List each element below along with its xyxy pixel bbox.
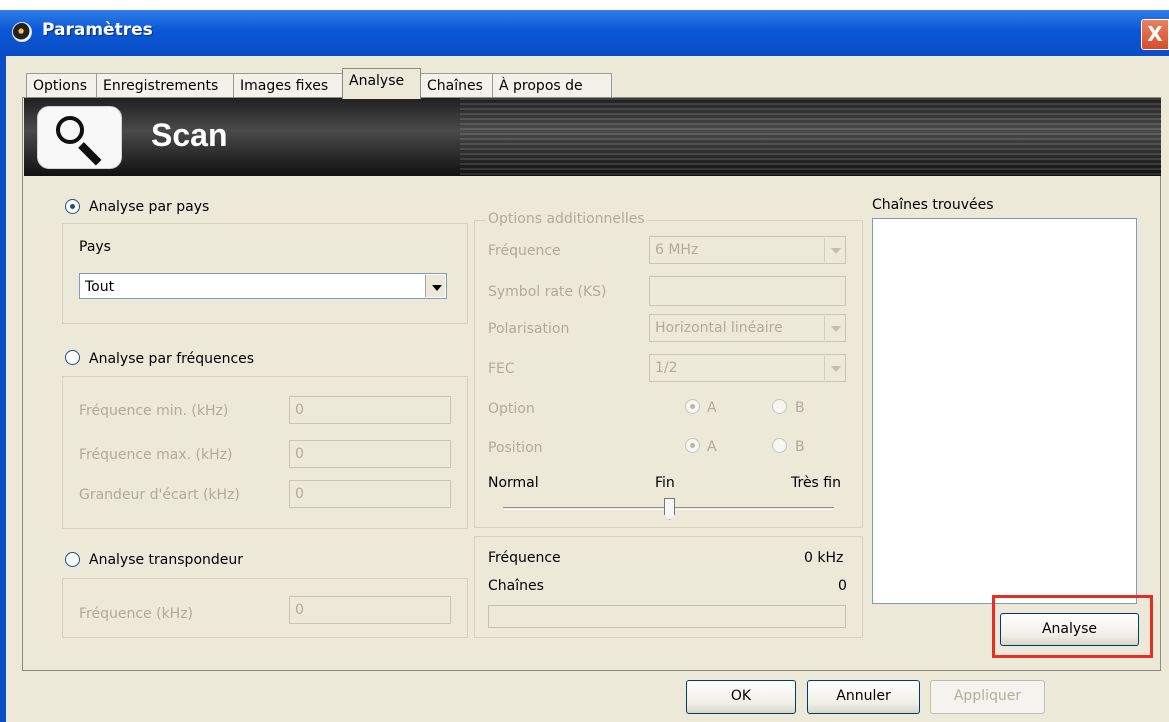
tab-still-images[interactable]: Images fixes [233, 73, 343, 99]
chevron-down-icon [824, 238, 844, 262]
banner-decoration [460, 98, 1161, 176]
position-label: Position [488, 440, 543, 456]
ok-button[interactable]: OK [686, 680, 796, 714]
frequency-scan-radio[interactable] [65, 350, 80, 365]
country-select[interactable]: Tout [79, 273, 447, 299]
found-channels-label: Chaînes trouvées [872, 197, 994, 213]
additional-options-label: Options additionnelles [486, 211, 647, 227]
close-button[interactable]: X [1141, 19, 1169, 50]
frequency-scan-label: Analyse par fréquences [89, 351, 255, 367]
window-title: Paramètres [42, 20, 153, 40]
app-icon [12, 22, 32, 42]
country-scan-radio[interactable] [65, 199, 80, 214]
option-b-label: B [795, 400, 805, 416]
status-channels-label: Chaînes [488, 578, 544, 594]
chevron-down-icon [824, 316, 844, 340]
polarization-value: Horizontal linéaire [655, 320, 783, 336]
option-frequency-label: Fréquence [488, 243, 561, 259]
status-frequency-label: Fréquence [488, 550, 561, 566]
tab-about[interactable]: À propos de [492, 73, 612, 99]
tab-recordings[interactable]: Enregistrements [96, 73, 234, 99]
slider-fine-label: Fin [655, 475, 675, 491]
magnifier-lens-icon [56, 116, 84, 144]
country-selected-value: Tout [85, 279, 115, 295]
step-label: Grandeur d'écart (kHz) [79, 487, 240, 503]
transponder-scan-label: Analyse transpondeur [89, 552, 244, 568]
max-frequency-field[interactable]: 0 [289, 440, 451, 468]
step-value: 0 [295, 486, 304, 502]
position-a-label: A [707, 439, 717, 455]
country-label: Pays [79, 239, 111, 255]
transponder-frequency-label: Fréquence (kHz) [79, 606, 194, 622]
fec-select[interactable]: 1/2 [649, 354, 846, 382]
position-a-radio[interactable] [685, 438, 700, 453]
polarization-label: Polarisation [488, 321, 570, 337]
option-b-radio[interactable] [772, 399, 787, 414]
chevron-down-icon[interactable] [425, 275, 445, 297]
tab-channels[interactable]: Chaînes [420, 73, 493, 99]
polarization-select[interactable]: Horizontal linéaire [649, 314, 846, 342]
position-b-radio[interactable] [772, 438, 787, 453]
cancel-button[interactable]: Annuler [807, 680, 920, 714]
window-border [0, 56, 6, 722]
banner-title: Scan [151, 117, 228, 153]
min-frequency-field[interactable]: 0 [289, 396, 451, 424]
option-a-radio[interactable] [685, 399, 700, 414]
option-frequency-value: 6 MHz [655, 242, 699, 258]
min-frequency-value: 0 [295, 402, 304, 418]
scan-progress-bar [488, 605, 846, 628]
slider-normal-label: Normal [488, 475, 539, 491]
transponder-scan-radio[interactable] [65, 552, 80, 567]
close-icon: X [1147, 22, 1163, 46]
min-frequency-label: Fréquence min. (kHz) [79, 403, 229, 419]
window-titlebar[interactable] [0, 10, 1169, 56]
symbol-rate-label: Symbol rate (KS) [488, 284, 607, 300]
option-a-label: A [707, 400, 717, 416]
tab-options[interactable]: Options [26, 73, 97, 99]
step-field[interactable]: 0 [289, 480, 451, 508]
slider-very-fine-label: Très fin [791, 475, 841, 491]
found-channels-list[interactable] [872, 218, 1137, 604]
tab-analyse[interactable]: Analyse [342, 68, 421, 99]
max-frequency-label: Fréquence max. (kHz) [79, 447, 233, 463]
max-frequency-value: 0 [295, 446, 304, 462]
symbol-rate-field[interactable] [649, 276, 846, 306]
analyse-button[interactable]: Analyse [1000, 613, 1139, 646]
option-label: Option [488, 401, 535, 417]
apply-button[interactable]: Appliquer [930, 680, 1045, 714]
option-frequency-select[interactable]: 6 MHz [649, 236, 846, 264]
fec-value: 1/2 [655, 360, 678, 376]
status-frequency-value: 0 kHz [804, 550, 844, 566]
chevron-down-icon [824, 356, 844, 380]
status-channels-value: 0 [838, 578, 847, 594]
transponder-frequency-value: 0 [295, 602, 304, 618]
fec-label: FEC [488, 361, 515, 377]
transponder-frequency-field[interactable]: 0 [289, 596, 451, 624]
position-b-label: B [795, 439, 805, 455]
country-scan-label: Analyse par pays [89, 199, 210, 215]
